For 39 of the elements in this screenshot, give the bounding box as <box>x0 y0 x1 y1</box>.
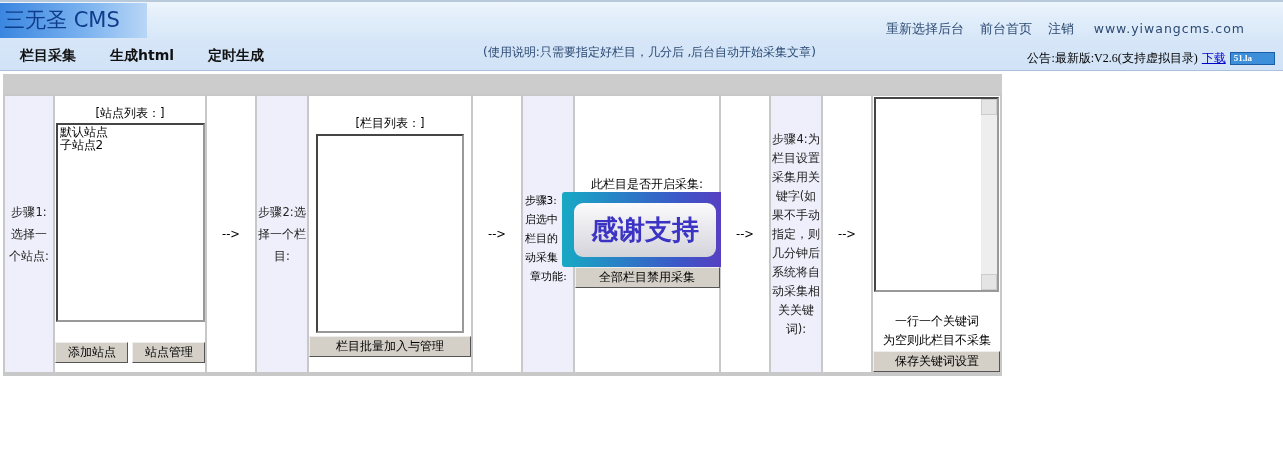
step-label: 步骤2:选择一个栏目: <box>258 204 306 265</box>
header-link[interactable]: 前台首页 <box>979 21 1032 38</box>
save-keywords-button[interactable]: 保存关键词设置 <box>873 351 1000 372</box>
notice-text: 公告:最新版:V2.6(支持虚拟目录) <box>1027 50 1198 67</box>
list-title: [栏目列表：] <box>355 116 425 131</box>
step-label-line: 启选中 <box>524 211 558 227</box>
site-list[interactable]: 默认站点 子站点2 <box>55 123 205 322</box>
usage-note: (使用说明:只需要指定好栏目，几分后 ,后台自动开始采集文章) <box>483 43 817 61</box>
arrow-text: --> <box>488 227 506 241</box>
step-label-line: 栏目的 <box>524 230 558 246</box>
disable-all-button[interactable]: 全部栏目禁用采集 <box>574 267 720 288</box>
site-option[interactable]: 子站点2 <box>59 139 201 152</box>
step-label: 步骤4:为栏目设置采集用关键字(如果不手动指定，则几分钟后系统将自动采集相关关键词): <box>772 130 820 338</box>
nav-item[interactable]: 生成html <box>110 47 175 65</box>
header-link[interactable]: 重新选择后台 <box>885 21 964 38</box>
nav-item[interactable]: 栏目采集 <box>20 47 76 65</box>
scrollbar[interactable] <box>981 99 997 291</box>
arrow-text: --> <box>736 227 754 241</box>
nav-item[interactable]: 定时生成 <box>208 47 265 65</box>
header-link[interactable]: www.yiwangcms.com <box>1093 21 1245 38</box>
step-label-line: 章功能: <box>530 268 567 284</box>
step-label: 步骤1:选择一个站点: <box>8 204 50 265</box>
arrow-text: --> <box>838 227 856 241</box>
arrow-text: --> <box>222 227 240 241</box>
site-button[interactable]: 添加站点 <box>55 342 128 363</box>
hint-text: 一行一个关键词 <box>894 313 979 331</box>
step-label-line: 步骤3: <box>524 192 557 208</box>
batch-add-button[interactable]: 栏目批量加入与管理 <box>309 336 471 357</box>
step-label-line: 动采集 <box>524 249 558 265</box>
list-title: [站点列表：] <box>95 106 165 121</box>
logo: 三无圣 CMS <box>0 3 147 38</box>
keyword-textarea[interactable] <box>874 97 999 293</box>
category-list[interactable] <box>316 134 464 333</box>
download-link[interactable]: 下载 <box>1201 50 1226 67</box>
header-link[interactable]: 注销 <box>1047 21 1074 38</box>
hint-text: 为空则此栏目不采集 <box>882 332 991 350</box>
site-button[interactable]: 站点管理 <box>132 342 205 363</box>
collect-question: 此栏目是否开启采集: <box>590 176 703 193</box>
site-option[interactable]: 默认站点 <box>59 126 201 139</box>
